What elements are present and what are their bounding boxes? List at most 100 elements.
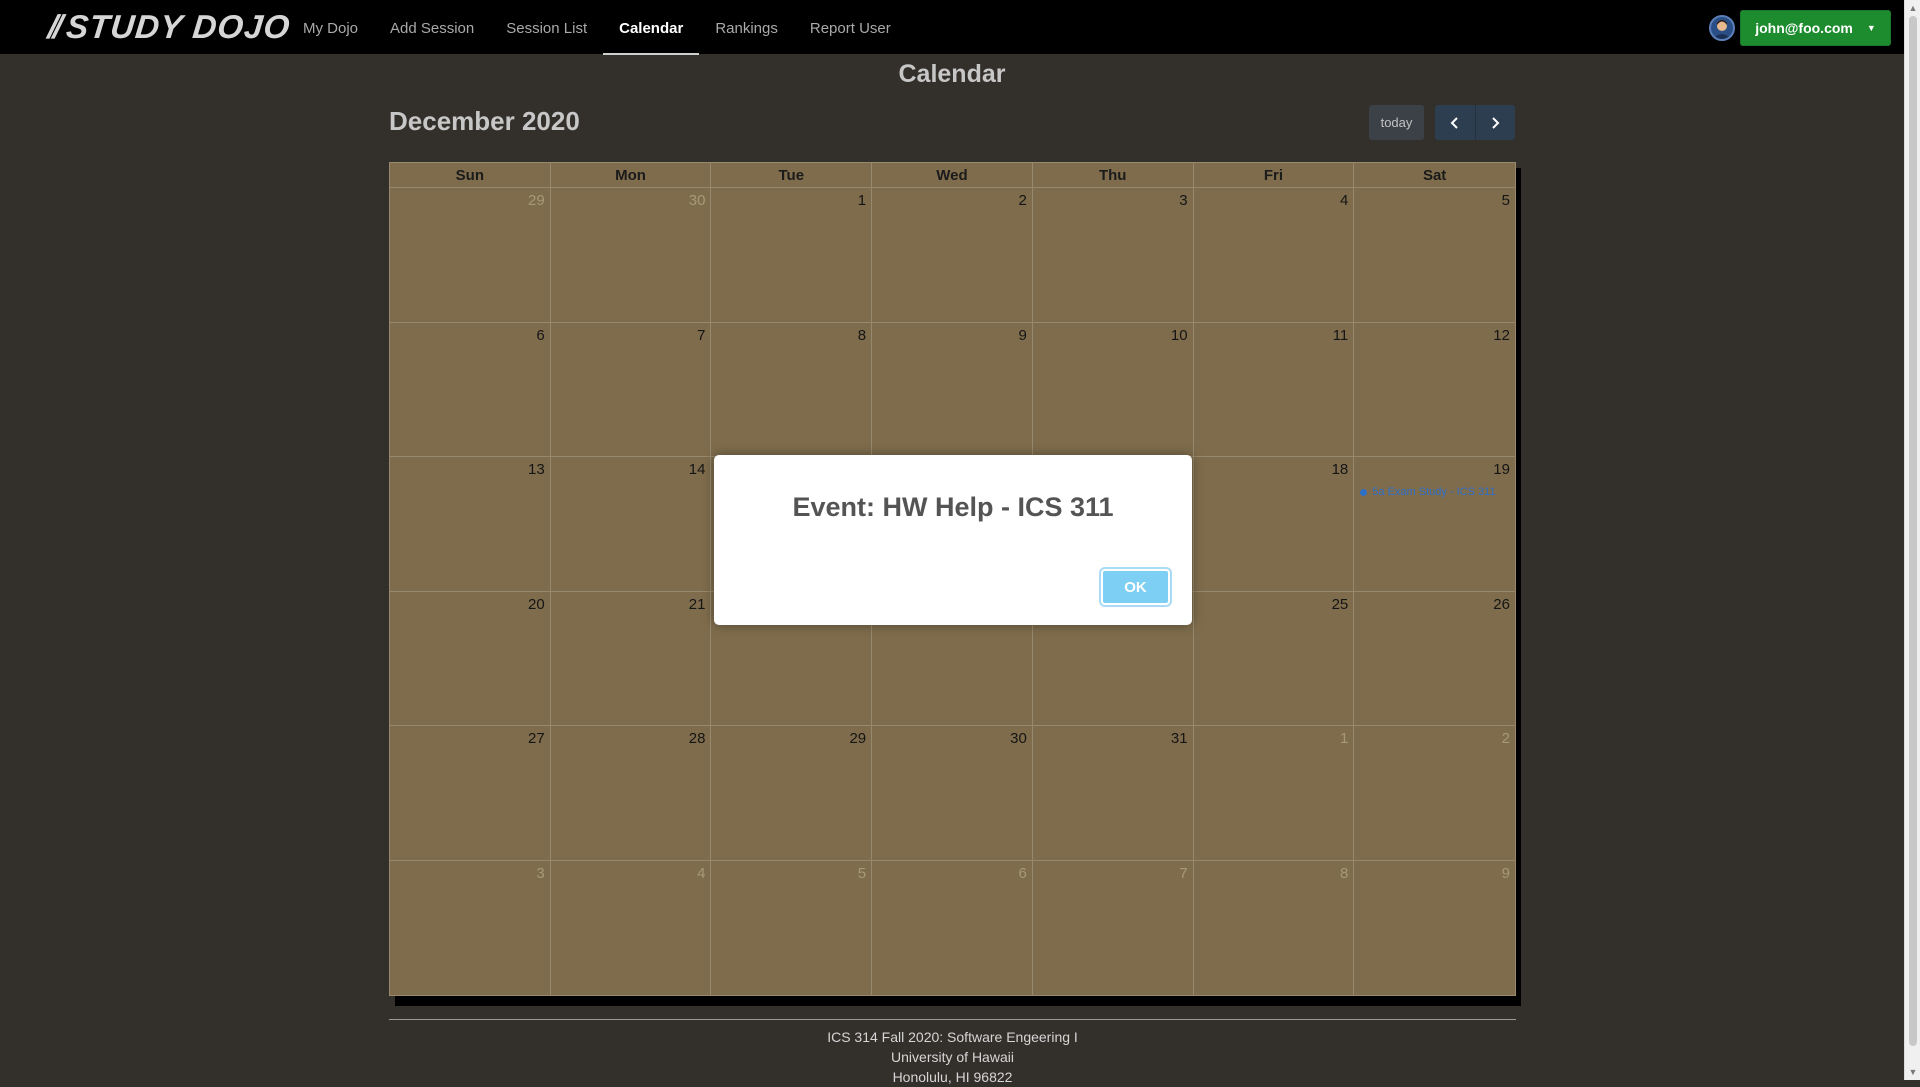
calendar-day-cell[interactable]: 21 [550,591,712,726]
calendar-day-cell[interactable]: 2 [872,188,1033,323]
calendar-day-cell[interactable]: 10 [1032,322,1194,457]
nav-link-rankings[interactable]: Rankings [699,0,794,54]
calendar-day-cell[interactable]: 7 [1033,860,1194,995]
day-number: 2 [1018,192,1027,209]
nav-links: My Dojo Add Session Session List Calenda… [287,0,907,55]
day-number: 31 [1170,730,1188,747]
page-title: Calendar [898,60,1006,88]
calendar-day-cell[interactable]: 5 [711,860,873,995]
calendar-day-cell[interactable]: 2 [1354,726,1515,861]
day-number: 30 [1010,730,1027,747]
scrollbar-thumb[interactable] [1909,16,1917,1046]
day-number: 1 [857,192,867,209]
calendar-day-cell[interactable]: 13 [390,457,551,592]
day-number: 9 [1018,326,1027,344]
calendar-day-cell[interactable]: 1 [1193,726,1355,861]
study-dojo-logo[interactable]: // STUDY DOJO [46,8,292,45]
footer-address: Honolulu, HI 96822 [892,1069,1013,1085]
chevron-right-icon [1492,116,1500,129]
scroll-down-arrow-icon[interactable]: ▼ [1905,1064,1920,1080]
day-number: 6 [1018,864,1027,882]
ok-button[interactable]: OK [1101,569,1170,605]
calendar-day-cell[interactable]: 30 [872,726,1033,861]
calendar-day-cell[interactable]: 30 [550,188,712,323]
day-number: 26 [1493,595,1510,613]
calendar-day-cell[interactable]: 28 [550,726,712,861]
calendar-day-cell[interactable]: 3 [390,860,551,995]
calendar-day-cell[interactable]: 29 [390,188,551,323]
day-number: 4 [697,864,706,882]
calendar-day-cell[interactable]: 6 [390,322,551,457]
page-scrollbar[interactable]: ▲ ▼ [1904,0,1920,1080]
scroll-up-arrow-icon[interactable]: ▲ [1905,0,1920,16]
day-number: 28 [688,730,706,747]
calendar-day-cell[interactable]: 29 [711,726,873,861]
weekday-header: Sun Mon Tue Wed Thu Fri Sat [390,163,1515,188]
month-nav-buttons [1435,105,1515,140]
footer-course: ICS 314 Fall 2020: Software Engeering I [827,1029,1078,1045]
user-avatar[interactable] [1709,15,1735,41]
day-number: 5 [857,864,867,882]
prev-month-button[interactable] [1435,105,1476,140]
caret-down-icon: ▼ [1866,23,1876,33]
calendar-day-cell[interactable]: 20 [390,591,551,726]
calendar-day-cell[interactable]: 5 [1354,188,1515,323]
day-number: 8 [857,326,867,344]
calendar-day-cell[interactable]: 9 [872,322,1033,457]
calendar-day-cell[interactable]: 31 [1032,726,1194,861]
day-number: 5 [1501,192,1510,209]
day-number: 14 [688,461,706,478]
day-number: 29 [849,730,867,747]
calendar-day-cell[interactable]: 8 [711,322,873,457]
calendar-day-cell[interactable]: 8 [1194,860,1355,995]
day-number: 27 [528,730,545,747]
day-number: 20 [528,595,545,613]
day-number: 21 [688,595,706,613]
nav-link-calendar[interactable]: Calendar [603,0,700,55]
weekday-label: Sat [1422,167,1447,184]
event-dot-icon [1360,488,1368,496]
calendar-day-cell[interactable]: 1 [711,188,873,323]
day-number: 29 [528,192,545,209]
nav-link-report-user[interactable]: Report User [794,0,907,54]
day-number: 4 [1339,192,1349,209]
day-number: 13 [528,461,545,478]
calendar-day-cell[interactable]: 9 [1354,861,1515,996]
day-number: 6 [536,326,545,344]
weekday-label: Wed [872,163,1033,188]
day-number: 10 [1170,326,1188,344]
day-number: 19 [1493,461,1510,478]
brand-mark: // [46,8,61,45]
calendar-day-cell[interactable]: 18 [1193,457,1355,592]
next-month-button[interactable] [1476,105,1516,140]
calendar-day-cell[interactable]: 7 [550,322,712,457]
day-number: 30 [688,192,706,209]
day-number: 9 [1501,864,1510,882]
calendar-day-cell[interactable]: 12 [1354,323,1515,457]
page-footer: ICS 314 Fall 2020: Software Engeering I … [389,1027,1516,1087]
day-number: 2 [1501,730,1510,747]
calendar-day-cell[interactable]: 4 [551,860,712,995]
day-number: 7 [697,326,706,344]
day-number: 3 [1179,192,1188,209]
calendar-day-cell[interactable]: 4 [1193,188,1355,323]
calendar-day-cell[interactable]: 14 [550,457,712,592]
calendar-day-cell[interactable]: 26 [1354,592,1515,726]
user-menu-button[interactable]: john@foo.com ▼ [1740,10,1891,46]
today-button[interactable]: today [1369,105,1424,140]
calendar-event[interactable]: 5a Exam Study - ICS 311 [1360,486,1496,498]
calendar-day-cell[interactable]: 19 5a Exam Study - ICS 311 [1354,457,1515,592]
nav-link-session-list[interactable]: Session List [490,0,603,54]
calendar-day-cell[interactable]: 27 [390,726,551,861]
footer-divider [389,1019,1516,1020]
nav-link-add-session[interactable]: Add Session [374,0,490,54]
day-number: 18 [1331,461,1349,478]
day-number: 11 [1332,326,1349,344]
nav-link-my-dojo[interactable]: My Dojo [287,0,374,54]
calendar-day-cell[interactable]: 6 [872,860,1033,995]
calendar-day-cell[interactable]: 25 [1193,591,1355,726]
top-navbar: // STUDY DOJO My Dojo Add Session Sessio… [0,0,1904,55]
calendar-day-cell[interactable]: 11 [1193,322,1355,457]
calendar-day-cell[interactable]: 3 [1032,188,1194,323]
avatar-person-icon [1713,20,1731,39]
